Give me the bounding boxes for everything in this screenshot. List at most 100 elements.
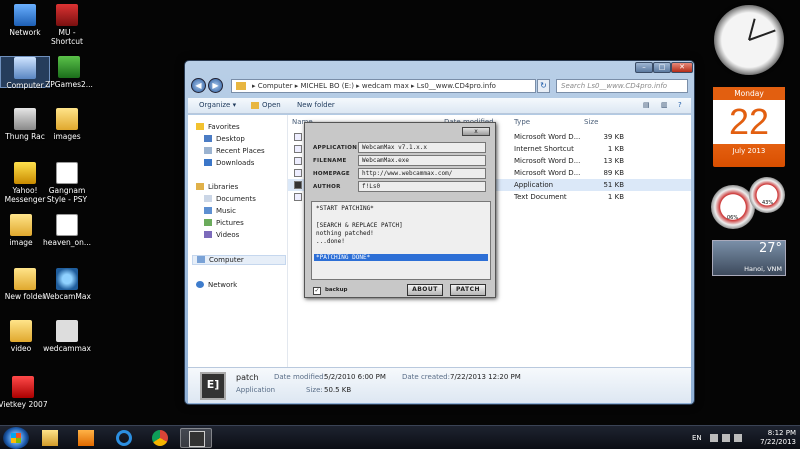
text-document-icon <box>294 193 302 201</box>
date-modified-label: Date modified: <box>274 373 326 381</box>
minimize-button[interactable]: – <box>635 62 653 73</box>
organize-button[interactable]: Organize ▾ <box>196 100 239 110</box>
desktop-icon-images[interactable]: images <box>42 108 92 141</box>
tray-arrow-icon[interactable] <box>710 434 718 442</box>
system-clock[interactable]: 8:12 PM 7/22/2013 <box>760 429 796 447</box>
cpu-meter-gadget[interactable]: 06% 43% <box>711 177 787 231</box>
nav-documents[interactable]: Documents <box>204 195 256 203</box>
desktop-icon-mu-shortcut[interactable]: MU - Shortcut <box>42 4 92 46</box>
search-input[interactable]: Search Ls0__www.CD4pro.info <box>556 79 688 93</box>
desktop-icon-computer[interactable]: Computer <box>0 56 50 90</box>
application-icon <box>294 181 302 189</box>
chrome-icon <box>152 430 168 446</box>
desktop-icon <box>204 135 212 142</box>
taskbar-internet-explorer[interactable] <box>108 428 140 448</box>
language-indicator[interactable]: EN <box>692 434 702 442</box>
patch-log[interactable]: *START PATCHING* [SEARCH & REPLACE PATCH… <box>311 201 491 280</box>
taskbar-explorer[interactable] <box>34 428 66 448</box>
nav-videos[interactable]: Videos <box>204 231 239 239</box>
about-button[interactable]: ABOUT <box>407 284 443 296</box>
field-value-homepage: http://www.webcammax.com/ <box>358 168 486 179</box>
search-placeholder: Search Ls0__www.CD4pro.info <box>561 82 668 90</box>
field-label-application: APPLICATION <box>313 145 358 151</box>
nav-libraries[interactable]: Libraries <box>196 183 238 191</box>
windows-logo-icon <box>11 433 21 443</box>
nav-label: Downloads <box>216 159 255 167</box>
network-status-icon[interactable] <box>722 434 730 442</box>
folder-icon <box>14 268 36 290</box>
desktop-icon-webcammax[interactable]: WebcamMax <box>42 268 92 301</box>
word-document-icon <box>294 133 302 141</box>
patcher-close-button[interactable]: x <box>462 127 490 136</box>
patch-button[interactable]: PATCH <box>450 284 486 296</box>
desktop-icon-zpgames[interactable]: ZPGames2... <box>44 56 94 89</box>
maximize-button[interactable]: □ <box>653 62 671 73</box>
desktop-icon-video[interactable]: video <box>0 320 46 353</box>
preview-pane-icon[interactable]: ▥ <box>658 100 671 110</box>
nav-network[interactable]: Network <box>196 281 237 289</box>
desktop-icon-label: Computer <box>6 81 44 90</box>
nav-label: Videos <box>216 231 240 239</box>
nav-label: Network <box>208 281 238 289</box>
taskbar-chrome[interactable] <box>144 428 176 448</box>
backup-checkbox[interactable]: ✓ <box>313 287 321 295</box>
taskbar-patcher[interactable] <box>180 428 212 448</box>
weather-gadget[interactable]: 27° Hanoi, VNM <box>712 240 786 276</box>
media-file-icon <box>56 162 78 184</box>
nav-desktop[interactable]: Desktop <box>204 135 245 143</box>
nav-downloads[interactable]: Downloads <box>204 159 254 167</box>
weather-temperature: 27° <box>758 241 782 256</box>
selected-file-name: patch <box>236 373 259 382</box>
new-folder-button[interactable]: New folder <box>294 100 338 110</box>
start-button[interactable] <box>3 427 29 449</box>
open-button[interactable]: Open <box>250 100 284 110</box>
music-icon <box>204 207 212 214</box>
nav-favorites[interactable]: Favorites <box>196 123 240 131</box>
desktop-icon-heaven[interactable]: heaven_on... <box>42 214 92 247</box>
recycle-bin-icon <box>14 108 36 130</box>
game-icon <box>58 56 80 78</box>
word-document-icon <box>294 169 302 177</box>
address-path: ▸ Computer ▸ MICHEL BO (E:) ▸ wedcam max… <box>252 82 496 90</box>
field-value-author: f!Ls0 <box>358 181 486 192</box>
calendar-gadget[interactable]: Monday 22 July 2013 <box>713 87 785 167</box>
log-line: *START PATCHING* <box>316 205 374 212</box>
clock-minute-hand <box>748 29 776 41</box>
file-type: Application <box>514 181 554 189</box>
videos-icon <box>204 231 212 238</box>
file-size: 51 KB <box>603 181 624 189</box>
thumb-glyph: E] <box>206 378 220 391</box>
view-options-icon[interactable]: ▤ <box>640 100 653 110</box>
desktop-icon-gangnam-style[interactable]: Gangnam Style - PSY <box>42 162 92 204</box>
ram-dial: 43% <box>749 177 785 213</box>
close-window-button[interactable]: ✕ <box>671 62 693 73</box>
keyboard-app-icon <box>12 376 34 398</box>
volume-icon[interactable] <box>734 434 742 442</box>
taskbar: EN 8:12 PM 7/22/2013 <box>0 425 800 449</box>
field-label-author: AUTHOR <box>313 184 341 190</box>
nav-pictures[interactable]: Pictures <box>204 219 244 227</box>
desktop-icon-wedcammax[interactable]: wedcammax <box>42 320 92 353</box>
desktop-icon-image[interactable]: image <box>0 214 46 247</box>
column-header-size[interactable]: Size <box>584 118 598 126</box>
column-header-type[interactable]: Type <box>514 118 530 126</box>
help-icon[interactable]: ? <box>675 100 685 110</box>
nav-computer[interactable]: Computer <box>192 255 286 265</box>
nav-music[interactable]: Music <box>204 207 236 215</box>
address-bar[interactable]: ▸ Computer ▸ MICHEL BO (E:) ▸ wedcam max… <box>231 79 536 93</box>
nav-recent-places[interactable]: Recent Places <box>204 147 265 155</box>
clock-gadget[interactable] <box>714 5 784 75</box>
taskbar-media-player[interactable] <box>70 428 102 448</box>
refresh-button[interactable]: ↻ <box>537 79 550 93</box>
patcher-dialog[interactable]: x APPLICATION WebcamMax v7.1.x.x FILENAM… <box>304 122 496 298</box>
desktop-icon-vietkey[interactable]: Vietkey 2007 <box>0 376 48 409</box>
desktop-icon-label: WebcamMax <box>43 292 91 301</box>
folder-icon <box>56 108 78 130</box>
documents-icon <box>204 195 212 202</box>
back-button[interactable]: ◀ <box>191 78 206 93</box>
selected-file-kind: Application <box>236 386 276 394</box>
calendar-weekday: Monday <box>713 87 785 100</box>
internet-shortcut-icon <box>294 145 302 153</box>
address-row: ◀ ▶ ▸ Computer ▸ MICHEL BO (E:) ▸ wedcam… <box>191 78 688 94</box>
forward-button[interactable]: ▶ <box>208 78 223 93</box>
